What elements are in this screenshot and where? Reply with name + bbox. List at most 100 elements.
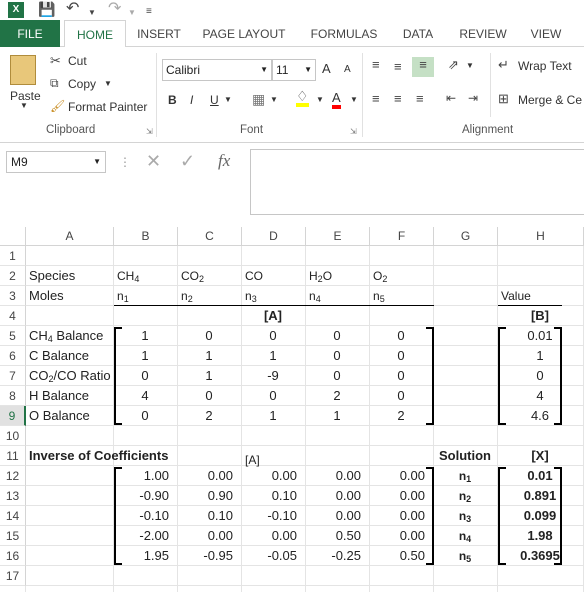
tab-data[interactable]: DATA [396, 20, 440, 47]
customize-icon[interactable]: ≡ [146, 4, 152, 20]
cell-subscript: 2 [382, 274, 388, 284]
row-header[interactable]: 12 [0, 466, 26, 486]
increase-indent-icon[interactable]: ⇥ [468, 91, 478, 105]
formula-input[interactable] [250, 149, 584, 215]
undo-dropdown-icon[interactable]: ▼ [88, 5, 96, 21]
row-header[interactable]: 13 [0, 486, 26, 506]
save-icon[interactable]: 💾 [38, 1, 55, 17]
chevron-down-icon[interactable]: ▼ [316, 95, 324, 104]
font-size-select[interactable]: 11 ▼ [272, 59, 316, 81]
cell-text: Balance [52, 328, 104, 343]
row-header[interactable]: 15 [0, 526, 26, 546]
chevron-down-icon[interactable]: ▼ [466, 61, 474, 70]
column-header[interactable]: C [178, 227, 242, 246]
column-header[interactable]: G [434, 227, 498, 246]
redo-dropdown-icon[interactable]: ▼ [128, 5, 136, 21]
row-header[interactable]: 17 [0, 566, 26, 586]
cell: -0.95 [203, 548, 233, 563]
cell: 0.3695 [520, 548, 560, 563]
cell-text: /CO Ratio [53, 368, 111, 383]
cell-text: H [309, 269, 318, 283]
tab-home[interactable]: HOME [64, 20, 126, 48]
align-center-icon[interactable]: ≡ [394, 91, 402, 106]
decrease-indent-icon[interactable]: ⇤ [446, 91, 456, 105]
grow-font-button[interactable]: A [322, 61, 331, 76]
font-launcher-icon[interactable]: ⇲ [350, 127, 357, 136]
column-header[interactable]: E [306, 227, 370, 246]
orientation-icon[interactable]: ⇗ [448, 57, 459, 73]
chevron-down-icon[interactable]: ▼ [224, 95, 232, 104]
select-all-corner[interactable] [0, 227, 26, 246]
name-box[interactable]: M9 ▼ [6, 151, 106, 173]
column-header[interactable]: A [26, 227, 114, 246]
format-painter-icon[interactable]: 🖌 [50, 99, 65, 113]
cell: 4 [536, 388, 544, 403]
tab-formulas[interactable]: FORMULAS [304, 20, 384, 47]
undo-icon[interactable]: ↶ [66, 1, 79, 17]
row-header[interactable]: 5 [0, 326, 26, 346]
fill-color-icon[interactable]: ♢ [296, 89, 309, 107]
font-name-select[interactable]: Calibri ▼ [162, 59, 272, 81]
align-left-icon[interactable]: ≡ [372, 91, 380, 106]
wrap-text-button[interactable]: Wrap Text [518, 59, 572, 73]
cell: 1.98 [527, 528, 553, 543]
align-middle-icon[interactable]: ≡ [394, 59, 402, 74]
bold-button[interactable]: B [168, 93, 177, 107]
tab-review[interactable]: REVIEW [452, 20, 514, 47]
chevron-down-icon[interactable]: ▼ [270, 95, 278, 104]
row-header[interactable]: 8 [0, 386, 26, 406]
row-header[interactable]: 4 [0, 306, 26, 326]
excel-logo-icon[interactable]: X [8, 2, 24, 18]
row-header[interactable]: 9 [0, 406, 26, 426]
copy-button[interactable]: Copy [68, 77, 96, 91]
align-top-icon[interactable]: ≡ [372, 57, 380, 72]
column-header[interactable]: H [498, 227, 584, 246]
paste-icon[interactable] [10, 55, 36, 85]
italic-button[interactable]: I [190, 93, 193, 107]
column-header[interactable]: D [242, 227, 306, 246]
align-right-icon[interactable]: ≡ [416, 91, 424, 106]
cell: n4 [309, 286, 365, 306]
row-header[interactable]: 1 [0, 246, 26, 266]
cell: 0 [397, 348, 405, 363]
tab-file[interactable]: FILE [0, 20, 60, 47]
cut-icon[interactable]: ✂ [50, 53, 61, 69]
column-header[interactable]: F [370, 227, 434, 246]
copy-icon[interactable]: ⧉ [50, 76, 59, 91]
cell: O Balance [29, 408, 90, 423]
row-header[interactable]: 11 [0, 446, 26, 466]
format-painter-button[interactable]: Format Painter [68, 100, 147, 114]
borders-icon[interactable]: ▦ [252, 91, 265, 108]
cell: 0.891 [523, 488, 557, 503]
chevron-down-icon[interactable]: ▼ [350, 95, 358, 104]
redo-icon[interactable]: ↷ [108, 1, 121, 17]
grid-line-vertical [305, 246, 306, 592]
column-header[interactable]: B [114, 227, 178, 246]
underline-button[interactable]: U [210, 93, 219, 107]
row-header[interactable]: 16 [0, 546, 26, 566]
clipboard-launcher-icon[interactable]: ⇲ [146, 127, 153, 136]
insert-function-button[interactable]: fx [218, 151, 230, 171]
row-header[interactable]: 2 [0, 266, 26, 286]
tab-insert[interactable]: INSERT [130, 20, 188, 47]
shrink-font-button[interactable]: A [344, 64, 351, 75]
cancel-icon[interactable]: ✕ [146, 151, 161, 172]
tab-page-layout[interactable]: PAGE LAYOUT [196, 20, 292, 47]
cell-subscript: 4 [134, 274, 140, 284]
paste-dropdown-icon[interactable]: ▼ [20, 101, 28, 110]
align-bottom-icon[interactable]: ≡ [412, 57, 434, 77]
matrix-bracket [114, 327, 122, 425]
cut-button[interactable]: Cut [68, 54, 87, 68]
row-header[interactable]: 10 [0, 426, 26, 446]
merge-center-button[interactable]: Merge & Ce [518, 93, 582, 107]
merge-center-icon[interactable]: ⊞ [498, 91, 509, 107]
row-header[interactable]: 14 [0, 506, 26, 526]
tab-view[interactable]: VIEW [524, 20, 568, 47]
enter-icon[interactable]: ✓ [180, 151, 195, 172]
row-header[interactable]: 7 [0, 366, 26, 386]
font-color-button[interactable]: A [332, 91, 341, 109]
row-header[interactable]: 6 [0, 346, 26, 366]
wrap-text-icon[interactable]: ↵ [498, 57, 509, 73]
row-header[interactable]: 3 [0, 286, 26, 306]
copy-dropdown-icon[interactable]: ▼ [104, 79, 112, 88]
